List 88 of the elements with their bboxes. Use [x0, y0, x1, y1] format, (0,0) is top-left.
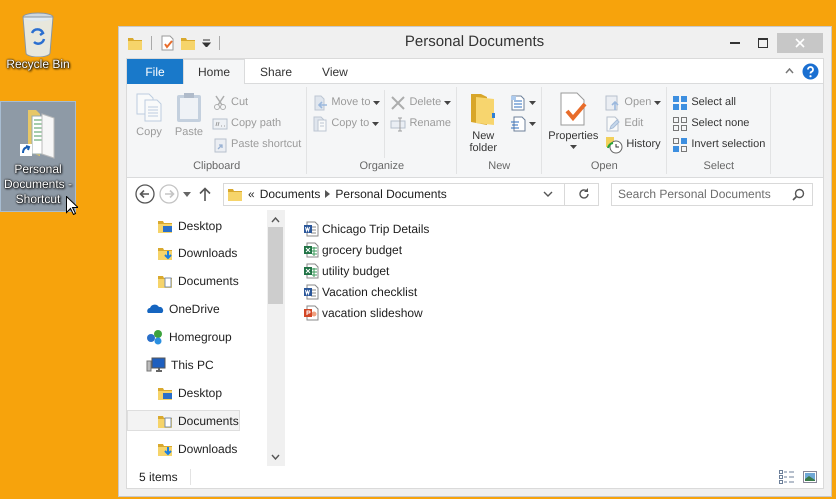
nav-item[interactable]: Downloads — [127, 242, 238, 264]
ribbon-group-label: Open — [590, 159, 619, 174]
nav-item[interactable]: Documents — [127, 270, 240, 292]
address-dropdown-icon — [543, 191, 553, 197]
mouse-pointer-icon — [66, 196, 78, 215]
back-button[interactable] — [135, 184, 155, 204]
word-document-icon — [303, 220, 319, 236]
copy-path-icon — [212, 116, 228, 132]
ribbon-group-label: Clipboard — [192, 159, 242, 174]
ribbon-group-label: New — [487, 159, 512, 174]
ribbon-tab[interactable]: Home — [183, 59, 246, 84]
ribbon-tab[interactable]: Share — [245, 59, 308, 84]
file-item[interactable]: vacation slideshow — [303, 302, 823, 323]
invert-selection-icon — [672, 136, 688, 152]
edit-icon — [605, 116, 622, 132]
details-view-icon — [779, 470, 795, 484]
close-icon — [795, 38, 805, 48]
computer-icon — [146, 356, 166, 373]
history-icon — [605, 136, 624, 154]
breadcrumb-overflow[interactable]: « — [248, 185, 255, 203]
address-bar[interactable]: « Documents Personal Documents — [223, 182, 599, 206]
homegroup-icon — [146, 329, 164, 345]
ribbon-button[interactable]: New folder — [460, 90, 506, 155]
nav-item[interactable]: This PC — [127, 354, 215, 376]
nav-item[interactable]: Homegroup — [127, 326, 233, 348]
minimize-icon — [730, 42, 740, 44]
presentation-icon — [303, 304, 319, 320]
maximize-icon — [758, 38, 768, 48]
recent-locations-button[interactable] — [183, 192, 191, 196]
rename-icon — [390, 116, 406, 132]
copy-to-icon — [312, 116, 328, 132]
scroll-down-icon — [271, 454, 280, 460]
window-title: Personal Documents — [404, 33, 544, 50]
scroll-up-icon — [271, 217, 280, 223]
breadcrumb[interactable]: Documents — [260, 185, 320, 203]
file-item[interactable]: Chicago Trip Details — [303, 218, 823, 239]
ribbon-button[interactable]: Invert selection — [670, 134, 768, 155]
help-icon — [802, 62, 819, 80]
ribbon-group-label: Organize — [358, 159, 406, 174]
paste-shortcut-icon — [212, 136, 228, 152]
details-view-button[interactable] — [779, 470, 795, 484]
x-icon — [390, 94, 406, 110]
nav-item[interactable]: Documents — [127, 410, 240, 432]
caret-icon — [183, 192, 191, 196]
file-item[interactable]: grocery budget — [303, 239, 823, 260]
ribbon-button[interactable]: Properties — [545, 90, 602, 150]
ribbon-group-label: Select — [702, 159, 736, 174]
file-item[interactable]: Vacation checklist — [303, 281, 823, 302]
select-all-icon — [672, 94, 688, 110]
folder-icon — [227, 186, 243, 202]
nav-item[interactable]: Desktop — [127, 215, 224, 236]
ribbon-button[interactable]: Select all — [670, 92, 768, 113]
ribbon-button[interactable]: History — [603, 134, 664, 155]
spreadsheet-icon — [303, 262, 319, 278]
move-to-icon — [312, 94, 328, 110]
document-lines-icon — [510, 116, 526, 132]
scrollbar[interactable] — [267, 210, 284, 466]
select-none-icon — [672, 116, 688, 132]
picture-icon — [803, 471, 817, 483]
desktop-icon-label: Personal Documents - Shortcut — [3, 162, 73, 207]
new-item-icon — [510, 94, 526, 110]
nav-item[interactable]: OneDrive — [127, 298, 221, 320]
breadcrumb-arrow-icon — [325, 190, 330, 198]
ribbon-button[interactable]: Select none — [670, 113, 768, 134]
customize-dropdown-icon — [202, 38, 211, 46]
scrollbar-thumb[interactable] — [268, 227, 283, 304]
ribbon-tab[interactable]: File — [127, 59, 183, 84]
collapse-ribbon-icon — [785, 68, 794, 74]
up-button[interactable] — [199, 187, 211, 201]
open-icon — [605, 94, 622, 110]
large-icons-view-button[interactable] — [803, 471, 817, 483]
word-document-icon — [303, 284, 319, 300]
scissors-icon — [212, 94, 228, 110]
spreadsheet-icon — [303, 242, 319, 258]
search-field[interactable]: Search Personal Documents — [611, 182, 813, 206]
search-icon — [792, 188, 805, 200]
file-item[interactable]: utility budget — [303, 260, 823, 281]
downloads-folder-icon — [157, 245, 173, 262]
nav-item[interactable]: Downloads — [127, 438, 238, 459]
properties-icon — [160, 34, 176, 50]
desktop-icon-label: Recycle Bin — [6, 57, 70, 72]
item-count: 5 items — [139, 469, 178, 486]
nav-item[interactable]: Desktop — [127, 382, 224, 404]
refresh-icon — [578, 188, 590, 200]
ribbon-tab[interactable]: View — [307, 59, 363, 84]
documents-folder-icon — [157, 273, 173, 290]
up-arrow-icon — [199, 187, 211, 201]
breadcrumb[interactable]: Personal Documents — [335, 185, 447, 203]
